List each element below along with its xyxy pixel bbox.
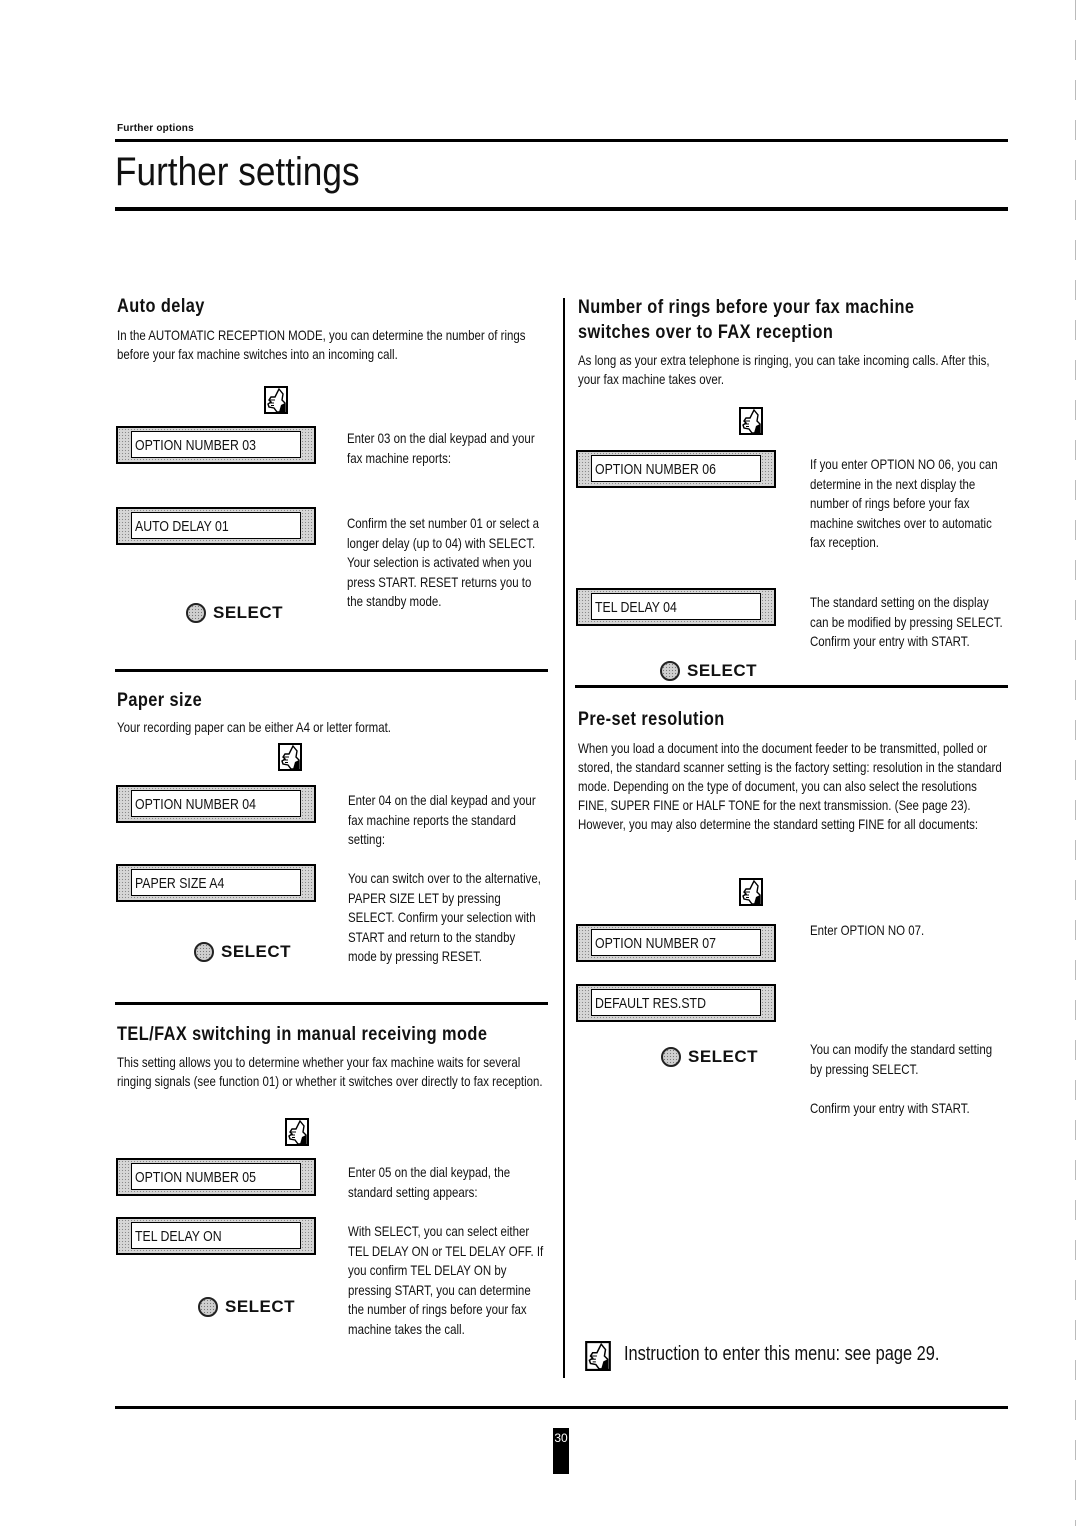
select-button-icon [186, 603, 206, 623]
lcd-display-tel-delay-04: TEL DELAY 04 [576, 588, 776, 626]
paper-size-note-1: Enter 04 on the dial keypad and your fax… [348, 792, 536, 847]
lcd-text: TEL DELAY 04 [595, 599, 677, 616]
lcd-display-option-06: OPTION NUMBER 06 [576, 450, 776, 488]
select-button-icon [198, 1297, 218, 1317]
lcd-text: OPTION NUMBER 06 [595, 461, 716, 478]
hand-menu-icon [285, 1118, 309, 1146]
select-button[interactable]: SELECT [194, 942, 291, 962]
lcd-text: PAPER SIZE A4 [135, 875, 225, 892]
rings-intro: As long as your extra telephone is ringi… [578, 352, 990, 387]
resolution-note-1: Enter OPTION NO 07. [810, 922, 925, 938]
footer-rule [115, 1406, 1008, 1409]
lcd-text: DEFAULT RES.STD [595, 995, 706, 1012]
section-rule [115, 1002, 548, 1005]
paper-size-intro: Your recording paper can be either A4 or… [117, 719, 391, 735]
select-label: SELECT [221, 942, 292, 961]
tel-fax-note-2: With SELECT, you can select either TEL D… [348, 1223, 544, 1337]
tel-fax-intro: This setting allows you to determine whe… [117, 1054, 543, 1089]
select-button[interactable]: SELECT [198, 1297, 295, 1317]
select-button-icon [660, 661, 680, 681]
section-heading-rings-line1: Number of rings before your fax machine [578, 297, 915, 318]
select-button-icon [661, 1047, 681, 1067]
auto-delay-note-2: Confirm the set number 01 or select a lo… [347, 515, 540, 609]
hand-menu-icon [264, 386, 288, 414]
resolution-note-2: You can modify the standard setting by p… [810, 1041, 993, 1077]
rings-note-2: The standard setting on the display can … [810, 594, 1003, 649]
resolution-intro: When you load a document into the docume… [578, 740, 1002, 832]
page-number: 30 [553, 1428, 569, 1474]
auto-delay-intro: In the AUTOMATIC RECEPTION MODE, you can… [117, 327, 526, 362]
select-label: SELECT [213, 603, 284, 622]
lcd-text: OPTION NUMBER 05 [135, 1169, 256, 1186]
hand-menu-icon [739, 407, 763, 435]
rings-note-1: If you enter OPTION NO 06, you can deter… [810, 456, 998, 550]
lcd-text: AUTO DELAY 01 [135, 518, 229, 535]
section-rule [575, 685, 1008, 688]
title-rule [115, 207, 1008, 211]
column-divider [563, 298, 565, 1378]
lcd-text: OPTION NUMBER 07 [595, 935, 716, 952]
section-heading-paper-size: Paper size [117, 690, 203, 711]
select-label: SELECT [687, 661, 758, 680]
select-button-icon [194, 942, 214, 962]
select-label: SELECT [225, 1297, 296, 1316]
hand-menu-icon [739, 878, 763, 906]
header-rule [115, 139, 1008, 142]
menu-instruction: Instruction to enter this menu: see page… [624, 1343, 940, 1365]
tel-fax-note-1: Enter 05 on the dial keypad, the standar… [348, 1164, 511, 1200]
lcd-display-option-07: OPTION NUMBER 07 [576, 924, 776, 962]
select-button[interactable]: SELECT [660, 661, 757, 681]
resolution-note-3: Confirm your entry with START. [810, 1100, 970, 1116]
lcd-display-tel-delay-on: TEL DELAY ON [116, 1217, 316, 1255]
hand-menu-icon [278, 743, 302, 771]
section-heading-tel-fax: TEL/FAX switching in manual receiving mo… [117, 1024, 488, 1045]
lcd-display-auto-delay: AUTO DELAY 01 [116, 507, 316, 545]
lcd-display-option-04: OPTION NUMBER 04 [116, 785, 316, 823]
select-button[interactable]: SELECT [186, 603, 283, 623]
paper-size-note-2: You can switch over to the alternative, … [348, 870, 541, 964]
select-label: SELECT [688, 1047, 759, 1066]
lcd-display-option-05: OPTION NUMBER 05 [116, 1158, 316, 1196]
hand-menu-icon [584, 1341, 612, 1371]
scan-edge-artifact [1075, 0, 1076, 1526]
running-head: Further options [117, 123, 194, 134]
lcd-text: TEL DELAY ON [135, 1228, 222, 1245]
lcd-text: OPTION NUMBER 04 [135, 796, 256, 813]
lcd-display-option-03: OPTION NUMBER 03 [116, 426, 316, 464]
section-rule [115, 669, 548, 672]
lcd-display-paper-size: PAPER SIZE A4 [116, 864, 316, 902]
section-heading-rings-line2: switches over to FAX reception [578, 322, 834, 343]
select-button[interactable]: SELECT [661, 1047, 758, 1067]
lcd-text: OPTION NUMBER 03 [135, 437, 256, 454]
auto-delay-note-1: Enter 03 on the dial keypad and your fax… [347, 430, 535, 466]
lcd-display-default-res: DEFAULT RES.STD [576, 984, 776, 1022]
section-heading-resolution: Pre-set resolution [578, 709, 725, 730]
page-title: Further settings [115, 150, 360, 194]
section-heading-auto-delay: Auto delay [117, 296, 205, 317]
